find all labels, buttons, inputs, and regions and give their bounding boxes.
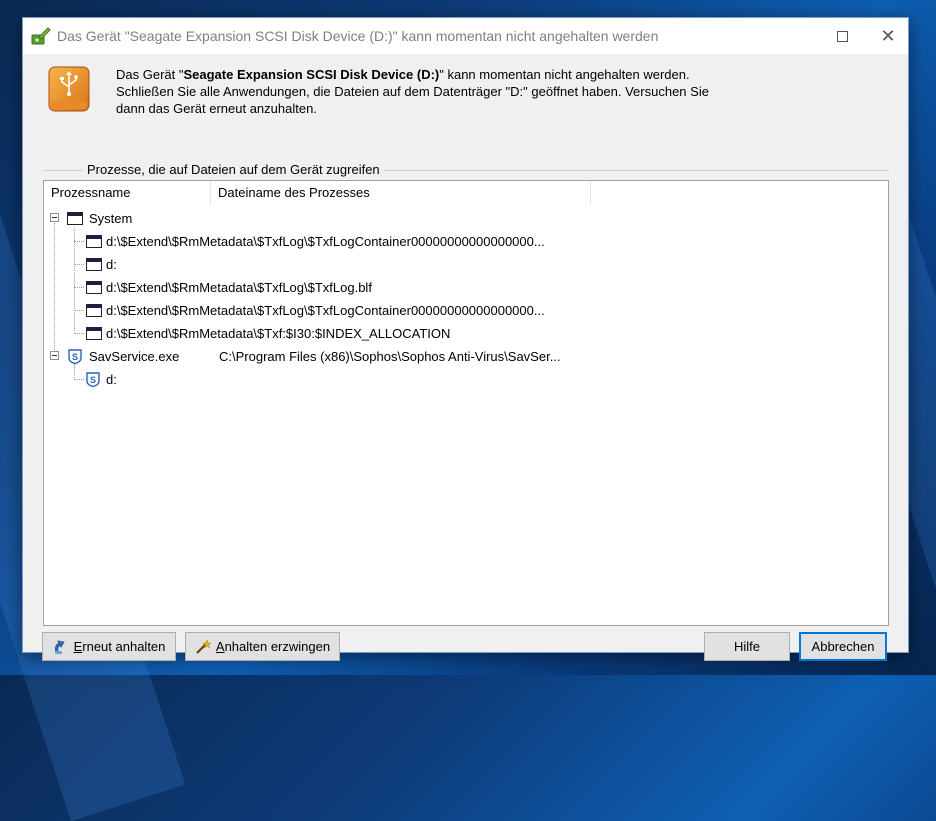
window-app-icon [86,257,102,271]
svg-text:S: S [72,352,78,362]
process-file-path: C:\Program Files (x86)\Sophos\Sophos Ant… [219,348,561,364]
tree-item-file[interactable]: d:\$Extend\$RmMetadata\$TxfLog\$TxfLog.b… [86,276,372,298]
message-prefix: Das Gerät " [116,67,184,82]
usb-drive-icon [48,66,90,112]
maximize-icon [836,30,848,42]
sophos-shield-icon: S [86,371,100,387]
tree-node-system[interactable]: System [67,207,132,229]
magic-wand-icon [196,638,211,654]
window-app-icon [86,326,102,340]
tree-line [74,379,84,380]
file-path: d:\$Extend\$RmMetadata\$Txf:$I30:$INDEX_… [106,325,451,341]
process-name: System [89,210,133,226]
file-path: d: [106,371,117,387]
tree-line [74,287,84,288]
help-button[interactable]: Hilfe [704,632,790,661]
retry-eject-label-rest: rneut anhalten [82,639,166,654]
tree-node-savservice[interactable]: S SavService.exe [68,345,179,367]
file-path: d: [106,256,117,272]
window-app-icon [67,211,83,225]
force-eject-button[interactable]: Anhalten erzwingen [185,632,340,661]
sophos-shield-icon: S [68,348,82,364]
close-button[interactable]: ✕ [865,18,911,54]
message-instruction: Schließen Sie alle Anwendungen, die Date… [116,84,709,116]
window-app-icon [86,303,102,317]
minimize-button[interactable] [773,18,819,54]
retry-eject-accesskey: E [73,639,83,654]
tree-item-file[interactable]: d: [86,253,117,275]
minimize-icon [791,35,801,37]
window-title: Das Gerät "Seagate Expansion SCSI Disk D… [57,28,659,44]
tree-line [74,333,84,334]
title-bar[interactable]: Das Gerät "Seagate Expansion SCSI Disk D… [23,18,908,54]
process-tree-list[interactable]: Prozessname Dateiname des Prozesses Syst… [43,180,889,626]
file-path: d:\$Extend\$RmMetadata\$TxfLog\$TxfLog.b… [106,279,372,295]
process-name: SavService.exe [89,348,180,364]
device-name: Seagate Expansion SCSI Disk Device (D:) [183,67,440,82]
force-eject-accesskey: A [215,639,225,654]
tree-line [74,310,84,311]
eject-arrow-icon [54,639,65,654]
tree-line [74,264,84,265]
retry-eject-button[interactable]: Erneut anhalten [42,632,176,661]
eject-usb-icon [31,27,51,45]
retry-eject-label: Erneut anhalten [74,639,166,654]
dialog-body: Das Gerät "Seagate Expansion SCSI Disk D… [23,54,908,661]
column-header-process-name[interactable]: Prozessname [44,181,211,205]
tree-item-file[interactable]: S d: [86,368,117,390]
force-eject-label-rest: nhalten erzwingen [224,639,331,654]
window-app-icon [86,280,102,294]
force-eject-label: Anhalten erzwingen [216,639,330,654]
collapse-toggle-savservice[interactable] [50,351,59,360]
window-app-icon [86,234,102,248]
tree-line [54,223,55,356]
group-label: Prozesse, die auf Dateien auf dem Gerät … [83,162,384,177]
message-text: Das Gerät "Seagate Expansion SCSI Disk D… [116,66,736,117]
tree-line [74,241,84,242]
column-header-process-file[interactable]: Dateiname des Prozesses [211,181,591,205]
collapse-toggle-system[interactable] [50,213,59,222]
file-path: d:\$Extend\$RmMetadata\$TxfLog\$TxfLogCo… [106,302,545,318]
message-suffix: " kann momentan nicht angehalten werden. [439,67,690,82]
tree-item-file[interactable]: d:\$Extend\$RmMetadata\$TxfLog\$TxfLogCo… [86,230,545,252]
message-line-1: Das Gerät "Seagate Expansion SCSI Disk D… [116,66,736,83]
tree-line [74,228,75,331]
svg-text:S: S [90,375,96,385]
cancel-button[interactable]: Abbrechen [799,632,887,661]
close-icon: ✕ [880,26,896,46]
tree-item-file[interactable]: d:\$Extend\$RmMetadata\$TxfLog\$TxfLogCo… [86,299,545,321]
dialog-window: Das Gerät "Seagate Expansion SCSI Disk D… [22,17,909,661]
file-path: d:\$Extend\$RmMetadata\$TxfLog\$TxfLogCo… [106,233,545,249]
tree-item-file[interactable]: d:\$Extend\$RmMetadata\$Txf:$I30:$INDEX_… [86,322,450,344]
maximize-button[interactable] [819,18,865,54]
